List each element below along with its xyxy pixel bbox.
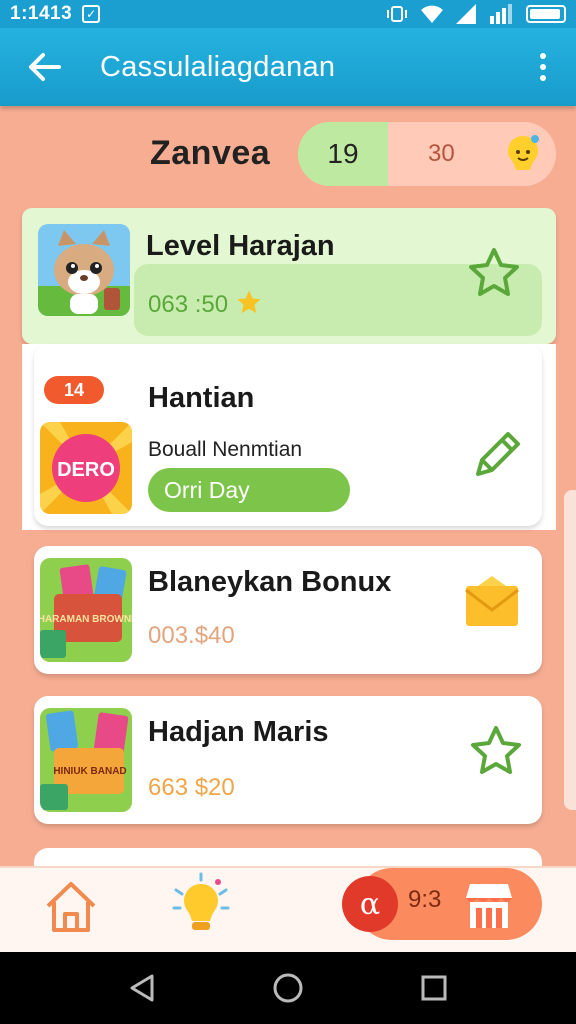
score-red: 30 bbox=[428, 140, 455, 167]
store-icon bbox=[466, 884, 512, 928]
back-arrow-icon bbox=[29, 53, 61, 81]
star-outline-icon[interactable] bbox=[464, 244, 524, 304]
thumb-text: HINIUK BANAD bbox=[53, 766, 126, 777]
score-green: 19 bbox=[298, 122, 388, 186]
pencil-icon[interactable] bbox=[468, 424, 528, 484]
system-nav-bar bbox=[0, 952, 576, 1024]
status-bar: 1:1413 ✓ bbox=[0, 0, 576, 28]
card-title: Level Harajan bbox=[146, 230, 335, 262]
lightbulb-icon[interactable] bbox=[168, 872, 234, 938]
star-outline-icon[interactable] bbox=[466, 722, 526, 782]
system-home-icon[interactable] bbox=[270, 970, 306, 1006]
card-price: 063 :50 bbox=[148, 288, 263, 319]
sim-signal-icon bbox=[490, 4, 512, 24]
wifi-icon bbox=[421, 5, 443, 23]
maris-card[interactable]: HINIUK BANAD Hadjan Maris 663 $20 bbox=[34, 696, 542, 824]
envelope-icon[interactable] bbox=[462, 572, 522, 632]
star-icon bbox=[237, 290, 261, 314]
card-title: Hadjan Maris bbox=[148, 716, 329, 748]
side-scroll-tab[interactable] bbox=[564, 490, 576, 810]
bottom-nav: α 9:3 bbox=[0, 866, 576, 952]
back-button[interactable] bbox=[14, 37, 74, 97]
app-title: Cassulaliagdanan bbox=[100, 50, 336, 83]
system-back-icon[interactable] bbox=[124, 970, 160, 1006]
user-name: Zanvea bbox=[150, 134, 271, 172]
lightbulb-icon bbox=[508, 135, 539, 170]
card-subtitle: Bouall Nenmtian bbox=[148, 438, 303, 461]
system-recents-icon[interactable] bbox=[416, 970, 452, 1006]
card-title: Blaneykan Bonux bbox=[148, 566, 392, 598]
more-vert-icon bbox=[540, 53, 546, 59]
bonux-card[interactable]: HARAMAN BROWND Blaneykan Bonux 003.$40 bbox=[34, 546, 542, 674]
user-header: Zanvea 19 30 bbox=[0, 118, 576, 190]
maris-thumbnail: HINIUK BANAD bbox=[40, 708, 132, 812]
status-time: 1:1413 bbox=[10, 3, 73, 24]
orri-day-button[interactable]: Orri Day bbox=[148, 468, 350, 512]
home-icon[interactable] bbox=[40, 876, 102, 938]
notification-icon: ✓ bbox=[82, 5, 101, 23]
card-price: 003.$40 bbox=[148, 622, 235, 649]
bonus-thumbnail: HARAMAN BROWND bbox=[40, 558, 132, 662]
dero-thumbnail: DERO bbox=[40, 422, 132, 514]
card-price-value: 063 :50 bbox=[148, 291, 229, 318]
card-title: Hantian bbox=[148, 382, 255, 414]
card-badge: 14 bbox=[44, 376, 104, 404]
app-bar: Cassulaliagdanan bbox=[0, 28, 576, 106]
score-pill[interactable]: 19 30 bbox=[298, 122, 556, 186]
more-options-button[interactable] bbox=[528, 42, 558, 92]
signal-icon bbox=[456, 4, 476, 24]
thumb-text: HARAMAN BROWND bbox=[40, 614, 132, 625]
vibrate-icon bbox=[387, 6, 407, 22]
card-price: 663 $20 bbox=[148, 774, 235, 801]
battery-icon bbox=[526, 5, 566, 23]
shop-count: 9:3 bbox=[408, 886, 442, 913]
status-icons bbox=[386, 4, 566, 24]
shop-coin-icon: α bbox=[342, 876, 398, 932]
level-card[interactable]: Level Harajan 063 :50 bbox=[22, 208, 556, 344]
thumb-text: DERO bbox=[57, 459, 115, 481]
cat-thumbnail bbox=[38, 224, 130, 316]
